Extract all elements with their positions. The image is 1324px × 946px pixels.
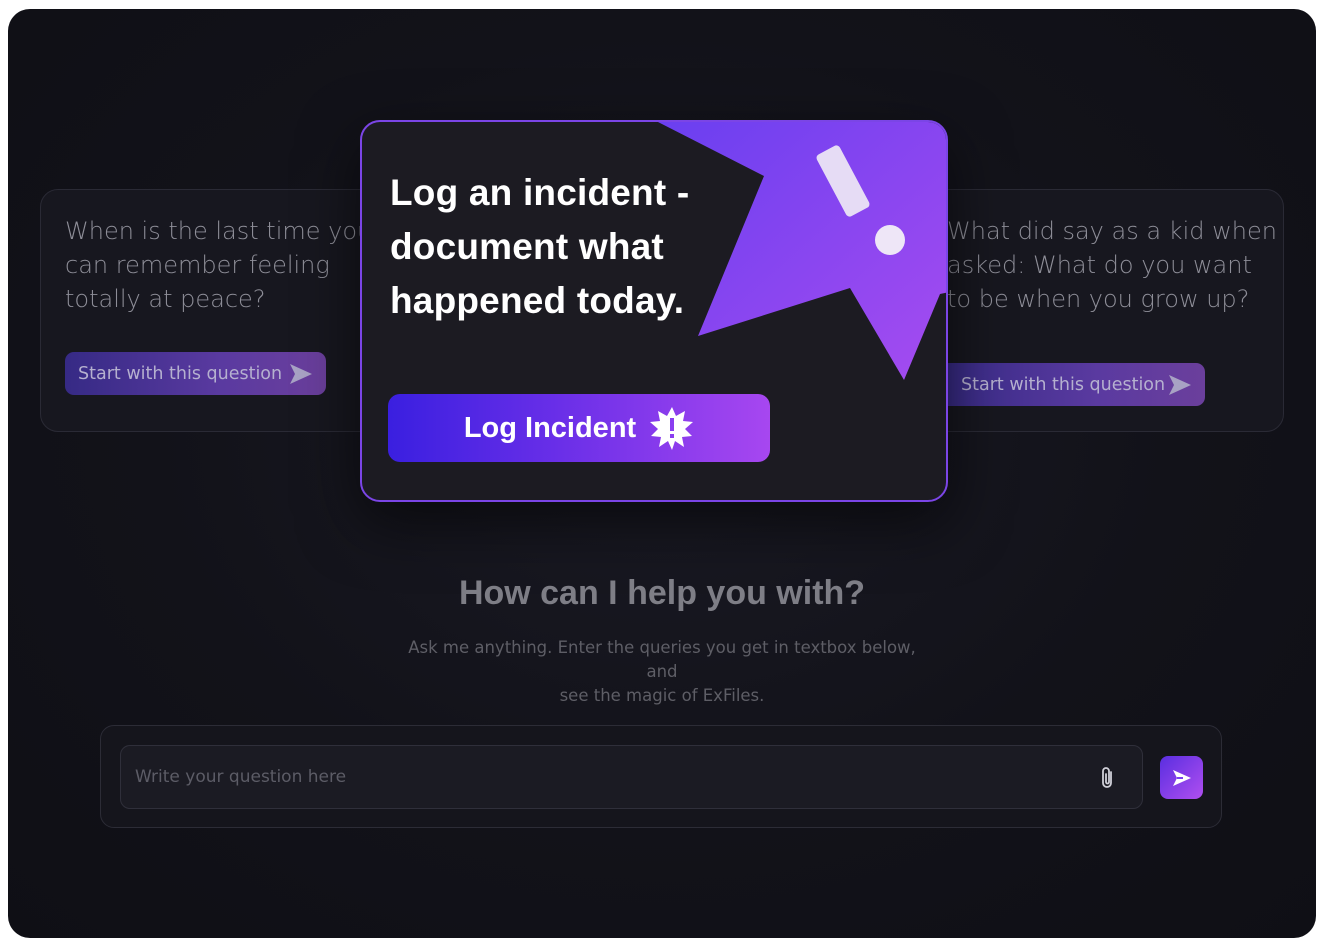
question-card-right: What did say as a kid when asked: What d…	[920, 189, 1284, 432]
log-incident-label: Log Incident	[463, 411, 637, 444]
modal-title: Log an incident - document what happened…	[390, 172, 690, 321]
paperclip-icon[interactable]	[1098, 766, 1118, 790]
help-heading: How can I help you with?	[458, 574, 866, 612]
alert-star-icon	[650, 407, 694, 450]
composer	[100, 725, 1222, 828]
start-question-button[interactable]: Start with this question	[937, 363, 1205, 406]
start-question-label: Start with this question	[961, 374, 1166, 395]
start-question-button[interactable]: Start with this question	[65, 352, 326, 395]
question-input[interactable]	[121, 746, 1071, 808]
card-question: What did say as a kid when asked: What d…	[947, 217, 1277, 313]
help-subtitle: Ask me anything. Enter the queries you g…	[408, 638, 916, 705]
card-question: When is the last time you can remember f…	[65, 217, 373, 313]
send-icon	[290, 364, 312, 384]
send-icon	[1172, 769, 1191, 786]
app-window: When is the last time you can remember f…	[8, 9, 1316, 938]
log-incident-modal: Log an incident - document what happened…	[360, 120, 948, 502]
log-incident-button[interactable]: Log Incident	[388, 394, 770, 462]
start-question-label: Start with this question	[78, 363, 283, 384]
question-card-left: When is the last time you can remember f…	[40, 189, 400, 432]
send-icon	[1169, 375, 1191, 395]
question-input-container	[120, 745, 1143, 809]
send-button[interactable]	[1160, 756, 1203, 799]
